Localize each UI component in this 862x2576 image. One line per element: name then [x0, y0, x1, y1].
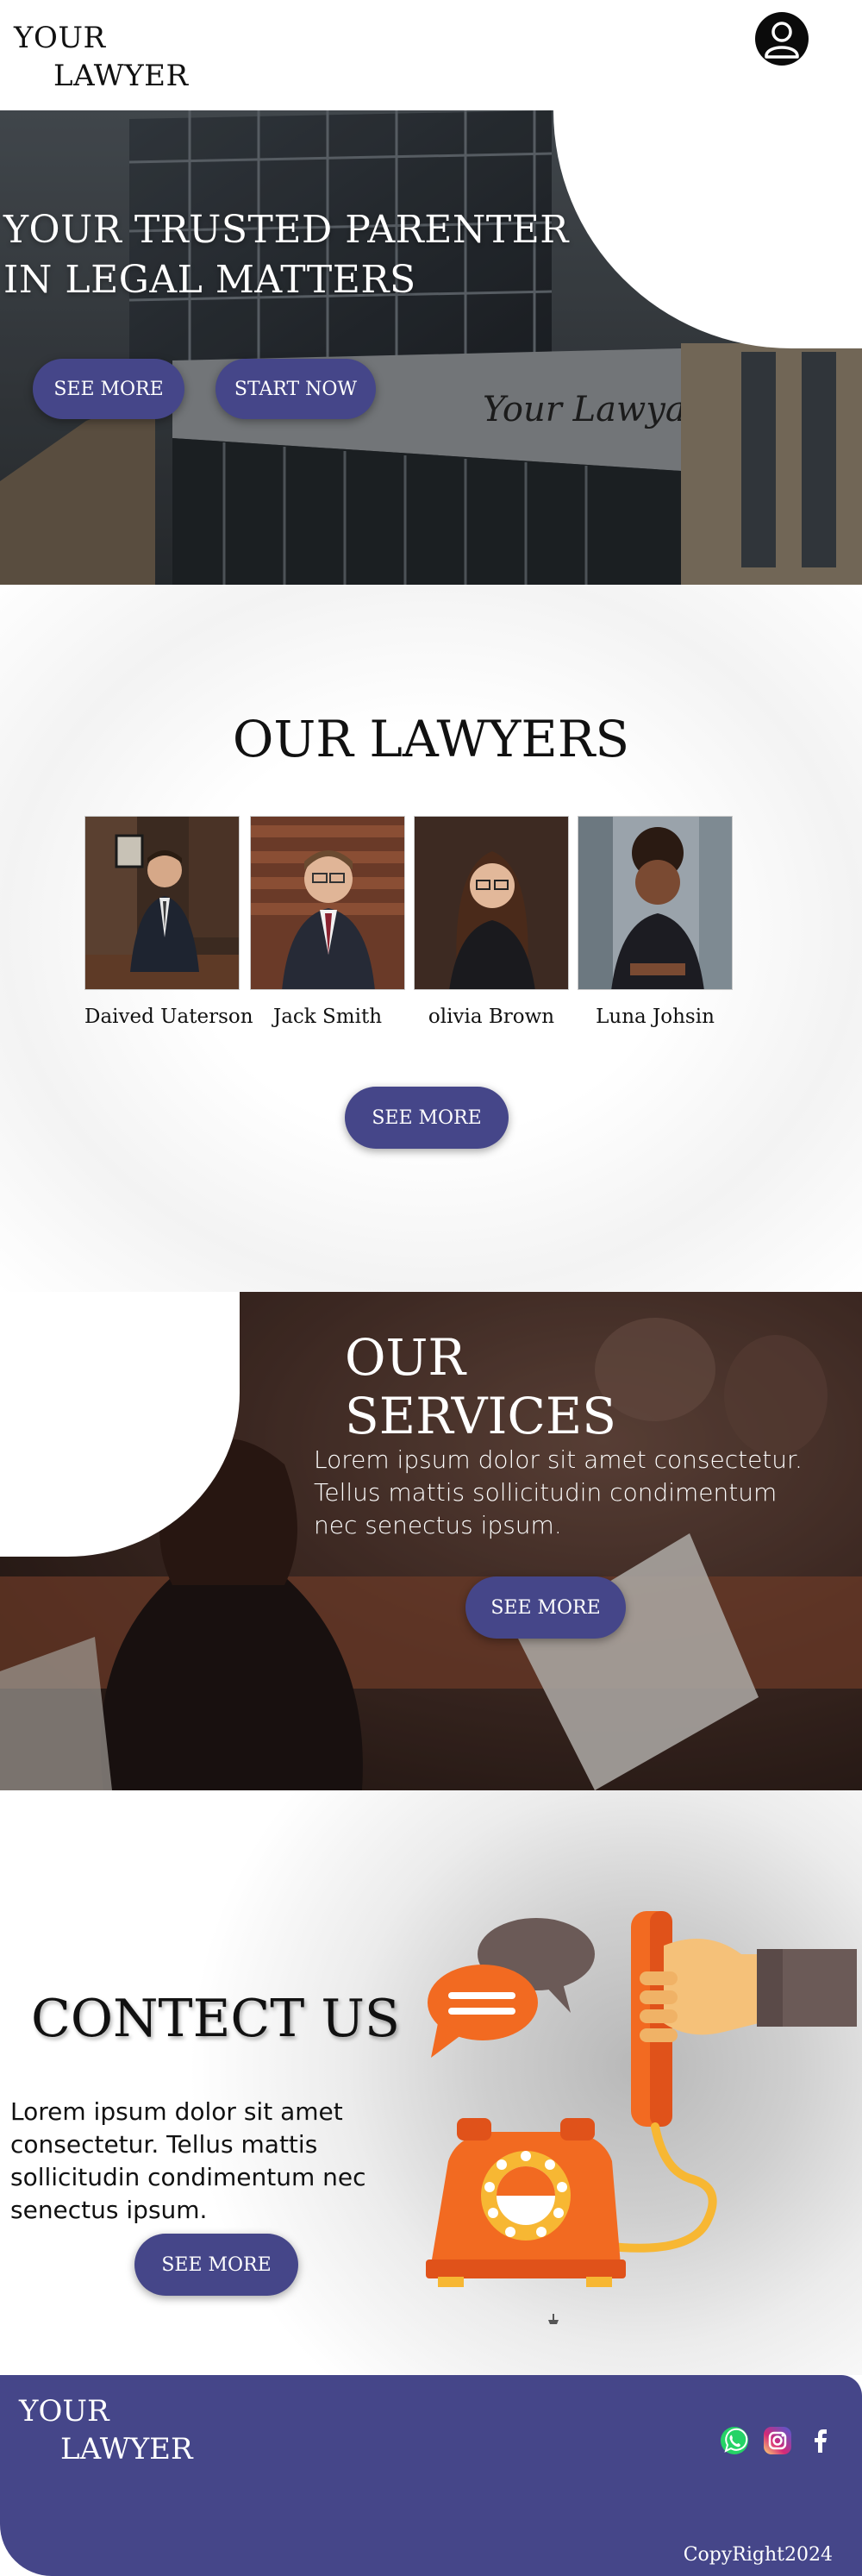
whatsapp-icon[interactable]: [719, 2425, 750, 2456]
user-circle-icon: [757, 14, 807, 64]
services-title: OUR SERVICES: [345, 1328, 616, 1445]
services-description: Lorem ipsum dolor sit amet consectetur. …: [314, 1445, 803, 1539]
lawyer-name: Daived Uaterson: [84, 1006, 253, 1028]
hero-see-more-button[interactable]: SEE MORE: [33, 359, 184, 419]
hero-section: Your Lawyar YOUR TRUSTED PARENTER IN LEG…: [0, 110, 862, 585]
site-footer: YOUR LAWYER CopyRight2024: [0, 2375, 862, 2576]
small-decorative-icon: [548, 2314, 559, 2324]
site-header: YOUR LAWYER: [0, 0, 862, 110]
services-section: OUR SERVICES Lorem ipsum dolor sit amet …: [0, 1292, 862, 1790]
lawyer-card[interactable]: olivia Brown: [414, 816, 569, 1028]
footer-logo-line-2: LAWYER: [60, 2432, 193, 2466]
hero-title-line-2: IN LEGAL MATTERS: [3, 258, 416, 302]
lawyer-photo: [414, 816, 569, 990]
lawyer-name: Luna Johsin: [596, 1006, 715, 1028]
logo-line-2: LAWYER: [53, 59, 189, 93]
lawyer-photo: [250, 816, 405, 990]
lawyer-name: olivia Brown: [428, 1006, 555, 1028]
lawyers-see-more-button[interactable]: SEE MORE: [345, 1087, 509, 1149]
facebook-icon[interactable]: [805, 2425, 836, 2456]
contact-see-more-button[interactable]: SEE MORE: [134, 2234, 298, 2296]
site-logo[interactable]: YOUR LAWYER: [14, 19, 189, 95]
hero-title-line-1: YOUR TRUSTED PARENTER: [3, 208, 569, 252]
lawyers-section: OUR LAWYERS Daived Uaterson Jack Smith o…: [0, 585, 862, 1292]
instagram-icon[interactable]: [762, 2425, 793, 2456]
lawyer-card[interactable]: Daived Uaterson: [84, 816, 253, 1028]
contact-description: Lorem ipsum dolor sit amet consectetur. …: [10, 2097, 366, 2224]
lawyer-photo: [578, 816, 733, 990]
telephone-call-illustration: [426, 1911, 857, 2287]
copyright-text: CopyRight2024: [683, 2544, 833, 2566]
logo-line-1: YOUR: [14, 21, 106, 55]
hero-start-now-button[interactable]: START NOW: [216, 359, 376, 419]
footer-logo[interactable]: YOUR LAWYER: [19, 2392, 193, 2468]
lawyers-title: OUR LAWYERS: [232, 710, 630, 768]
hero-title: YOUR TRUSTED PARENTER IN LEGAL MATTERS: [3, 205, 569, 305]
footer-logo-line-1: YOUR: [19, 2394, 109, 2429]
contact-section: CONTECT US Lorem ipsum dolor sit amet co…: [0, 1790, 862, 2375]
contact-title: CONTECT US: [30, 1989, 401, 2049]
services-see-more-button[interactable]: SEE MORE: [465, 1576, 626, 1639]
lawyer-name: Jack Smith: [272, 1006, 383, 1028]
lawyer-card[interactable]: Jack Smith: [250, 816, 405, 1028]
profile-button[interactable]: [755, 12, 809, 66]
lawyer-card[interactable]: Luna Johsin: [578, 816, 733, 1028]
lawyer-photo: [84, 816, 240, 990]
